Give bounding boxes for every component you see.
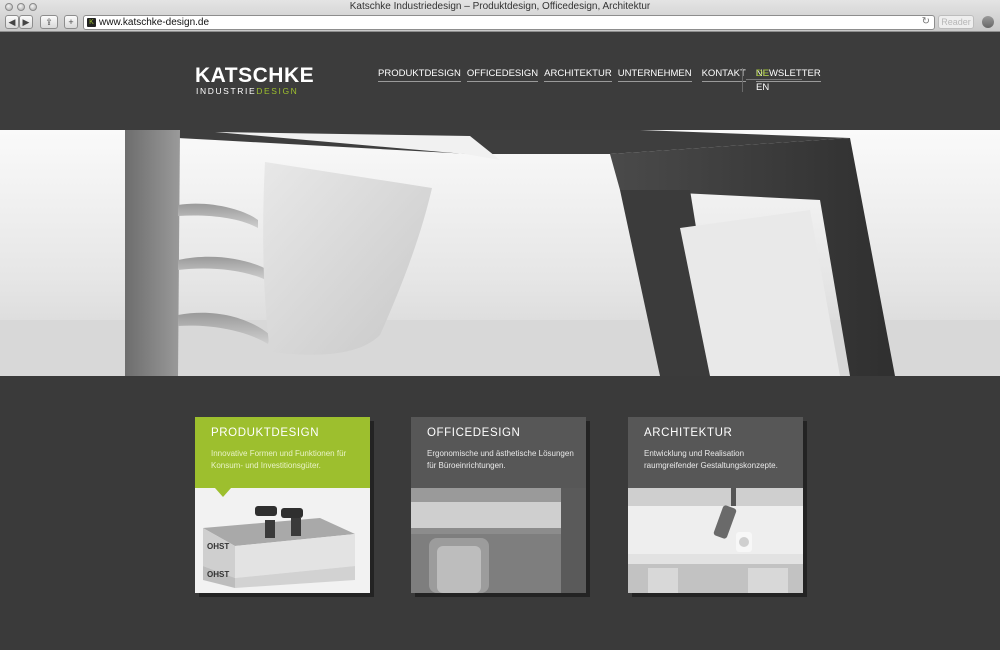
language-separator: [746, 79, 802, 80]
language-en[interactable]: EN: [756, 82, 769, 93]
reader-button[interactable]: Reader: [938, 15, 974, 29]
window-title: Katschke Industriedesign – Produktdesign…: [349, 1, 651, 12]
chevron-left-icon: ◀: [8, 17, 16, 27]
desk-left-leg: [125, 130, 180, 376]
card-title[interactable]: ARCHITEKTUR: [644, 427, 732, 439]
logo-subline[interactable]: INDUSTRIEDESIGN: [196, 87, 298, 96]
shelf-2: [178, 256, 268, 280]
card-description: Innovative Formen und Funktionen für Kon…: [211, 449, 347, 470]
site-favicon-icon: K: [87, 18, 96, 27]
nav-item-unternehmen[interactable]: UNTERNEHMEN: [617, 68, 692, 82]
shelf-1: [178, 203, 258, 228]
card-produktdesign[interactable]: PRODUKTDESIGN Innovative Formen und Funk…: [195, 417, 374, 597]
teaser-section: PRODUKTDESIGN Innovative Formen und Funk…: [0, 376, 1000, 650]
forward-button[interactable]: ▶: [19, 15, 33, 29]
new-tab-button[interactable]: +: [64, 15, 78, 29]
plus-icon: +: [68, 17, 74, 27]
language-divider: [742, 68, 743, 92]
title-bar: Katschke Industriedesign – Produktdesign…: [0, 0, 1000, 14]
nav-item-kontakt[interactable]: KONTAKT: [701, 68, 746, 82]
address-bar[interactable]: K www.katschke-design.de ↻: [83, 15, 935, 30]
card-image-office[interactable]: [411, 488, 586, 593]
card-header: OFFICEDESIGN Ergonomische und ästhetisch…: [411, 417, 586, 488]
hero-image: [0, 130, 1000, 376]
logo-wordmark[interactable]: KATSCHKE: [195, 65, 314, 87]
browser-chrome: Katschke Industriedesign – Produktdesign…: [0, 0, 1000, 32]
desk-illustration: [0, 130, 1000, 376]
card-image-drawers[interactable]: OHST OHST: [195, 488, 370, 593]
drawer-label-1: OHST: [207, 542, 229, 551]
url-text[interactable]: www.katschke-design.de: [99, 17, 209, 28]
card-header: PRODUKTDESIGN Innovative Formen und Funk…: [195, 417, 370, 488]
nav-item-produktdesign[interactable]: PRODUKTDESIGN: [378, 68, 461, 82]
site-header: KATSCHKE INDUSTRIEDESIGN PRODUKTDESIGN O…: [0, 32, 1000, 130]
card-architektur[interactable]: ARCHITEKTUR Entwicklung und Realisation …: [628, 417, 807, 597]
card-title[interactable]: PRODUKTDESIGN: [211, 427, 319, 439]
architecture-illustration: [628, 488, 803, 593]
share-button[interactable]: ⇪: [40, 15, 58, 29]
download-icon[interactable]: [982, 16, 994, 28]
card-image-architecture[interactable]: [628, 488, 803, 593]
drawer-label-2: OHST: [207, 570, 229, 579]
language-de[interactable]: DE: [756, 68, 769, 79]
card-officedesign[interactable]: OFFICEDESIGN Ergonomische und ästhetisch…: [411, 417, 590, 597]
card-pointer: [215, 488, 231, 497]
back-button[interactable]: ◀: [5, 15, 19, 29]
nav-item-architektur[interactable]: ARCHITEKTUR: [544, 68, 612, 82]
logo-sub-plain: INDUSTRIE: [196, 86, 257, 96]
browser-toolbar: ◀ ▶ ⇪ + K www.katschke-design.de ↻ Reade…: [0, 14, 1000, 32]
nav-item-officedesign[interactable]: OFFICEDESIGN: [466, 68, 539, 82]
share-icon: ⇪: [45, 17, 53, 27]
logo-sub-accent: DESIGN: [256, 86, 299, 96]
reload-icon[interactable]: ↻: [922, 16, 930, 27]
chevron-right-icon: ▶: [22, 17, 30, 27]
card-description: Entwicklung und Realisation raumgreifend…: [644, 449, 778, 470]
office-illustration: [411, 488, 586, 593]
card-header: ARCHITEKTUR Entwicklung und Realisation …: [628, 417, 803, 488]
drawer-illustration: OHST OHST: [195, 488, 370, 593]
card-description: Ergonomische und ästhetische Lösungen fü…: [427, 449, 574, 470]
card-title[interactable]: OFFICEDESIGN: [427, 427, 520, 439]
